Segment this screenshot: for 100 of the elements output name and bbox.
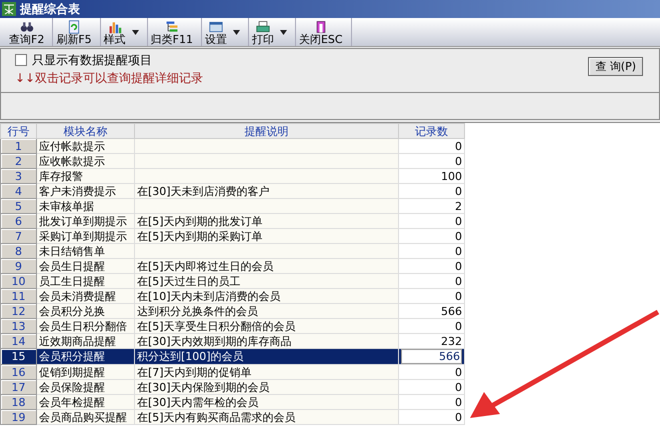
row-number: 13	[0, 318, 36, 334]
table-cell: 0	[398, 138, 464, 154]
toolbar-button[interactable]: 设置	[202, 20, 246, 44]
table-row[interactable]: 8 未日结销售单 0	[0, 244, 464, 258]
row-number: 15	[0, 348, 36, 364]
toolbar-button[interactable]: 打印	[248, 20, 293, 44]
table-cell: 232	[398, 334, 464, 348]
query-button[interactable]: 查 询(P)	[588, 57, 643, 76]
table-cell: 在[30]天未到店消费的客户	[134, 184, 398, 198]
table-cell: 在[30]天内效期到期的库存商品	[134, 334, 398, 348]
row-number: 18	[0, 394, 36, 410]
door-icon	[314, 20, 328, 34]
table-cell: 0	[398, 274, 464, 288]
table-cell: 在[10]天内未到店消费的会员	[134, 288, 398, 304]
table-row[interactable]: 7 采购订单到期提示 在[5]天内到期的采购订单 0	[0, 228, 464, 244]
table-cell: 在[30]天内需年检的会员	[134, 394, 398, 410]
table-cell: 0	[398, 410, 464, 424]
table-cell: 会员积分提醒	[36, 348, 134, 364]
table-cell: 在[5]天享受生日积分翻倍的会员	[134, 318, 398, 334]
row-number: 16	[0, 364, 36, 380]
table-cell: 0	[398, 288, 464, 304]
app-icon	[2, 2, 16, 16]
table-cell: 在[5]天内有购买商品需求的会员	[134, 410, 398, 424]
table-cell: 566	[398, 304, 464, 318]
table-cell: 100	[398, 168, 464, 184]
row-number: 4	[0, 184, 36, 198]
table-cell: 0	[398, 214, 464, 228]
table-cell: 会员积分兑换	[36, 304, 134, 318]
row-number: 10	[0, 274, 36, 288]
row-number: 5	[0, 198, 36, 214]
column-header[interactable]: 模块名称	[36, 124, 134, 138]
table-row[interactable]: 19 会员商品购买提醒 在[5]天内有购买商品需求的会员 0	[0, 410, 464, 424]
table-row[interactable]: 18 会员年检提醒 在[30]天内需年检的会员 0	[0, 394, 464, 410]
row-number: 19	[0, 410, 36, 424]
row-number: 17	[0, 380, 36, 394]
table-cell: 0	[398, 184, 464, 198]
table-cell: 566	[398, 348, 464, 364]
column-header[interactable]: 提醒说明	[134, 124, 398, 138]
table-cell: 会员年检提醒	[36, 394, 134, 410]
table-cell: 0	[398, 394, 464, 410]
table-row[interactable]: 9 会员生日提醒 在[5]天内即将过生日的会员 0	[0, 258, 464, 274]
table-row[interactable]: 3 库存报警 100	[0, 168, 464, 184]
toolbar-button[interactable]: 归类F11	[148, 20, 199, 44]
table-cell: 会员生日提醒	[36, 258, 134, 274]
bar-chart-icon	[108, 20, 122, 34]
row-number: 8	[0, 244, 36, 258]
tree-icon	[164, 20, 179, 34]
checkbox-label: 只显示有数据提醒项目	[32, 52, 152, 68]
table-row[interactable]: 16 促销到期提醒 在[7]天内到期的促销单 0	[0, 364, 464, 380]
table-row[interactable]: 13 会员生日积分翻倍 在[5]天享受生日积分翻倍的会员 0	[0, 318, 464, 334]
table-row[interactable]: 4 客户未消费提示 在[30]天未到店消费的客户 0	[0, 184, 464, 198]
table-cell: 0	[398, 364, 464, 380]
toolbar-button[interactable]: 样式	[100, 20, 145, 44]
row-number: 9	[0, 258, 36, 274]
table-cell: 0	[398, 258, 464, 274]
table-row[interactable]: 12 会员积分兑换 达到积分兑换条件的会员 566	[0, 304, 464, 318]
window-icon	[208, 20, 223, 34]
toolbar-button[interactable]: 刷新F5	[53, 20, 98, 44]
table-cell: 批发订单到期提示	[36, 214, 134, 228]
row-number: 14	[0, 334, 36, 348]
table-cell: 0	[398, 154, 464, 168]
table-cell: 会员生日积分翻倍	[36, 318, 134, 334]
table-cell: 客户未消费提示	[36, 184, 134, 198]
table-cell: 在[5]天过生日的员工	[134, 274, 398, 288]
row-number: 7	[0, 228, 36, 244]
table-row[interactable]: 15 会员积分提醒 积分达到[100]的会员 566	[0, 348, 464, 364]
row-number: 11	[0, 288, 36, 304]
table-cell: 在[7]天内到期的促销单	[134, 364, 398, 380]
table-cell: 采购订单到期提示	[36, 228, 134, 244]
column-header[interactable]: 记录数	[398, 124, 464, 138]
table-cell: 库存报警	[36, 168, 134, 184]
table-cell: 员工生日提醒	[36, 274, 134, 288]
table-cell: 积分达到[100]的会员	[134, 348, 398, 364]
table-row[interactable]: 11 会员未消费提醒 在[10]天内未到店消费的会员 0	[0, 288, 464, 304]
row-number: 6	[0, 214, 36, 228]
table-cell: 0	[398, 244, 464, 258]
row-number: 2	[0, 154, 36, 168]
table-row[interactable]: 1 应付帐款提示 0	[0, 138, 464, 154]
window-title: 提醒综合表	[20, 0, 80, 18]
table-row[interactable]: 5 未审核单据 2	[0, 198, 464, 214]
table-row[interactable]: 6 批发订单到期提示 在[5]天内到期的批发订单 0	[0, 214, 464, 228]
table-row[interactable]: 17 会员保险提醒 在[30]天内保险到期的会员 0	[0, 380, 464, 394]
toolbar-button[interactable]: 关闭ESC	[296, 20, 349, 44]
caret-icon	[232, 30, 240, 34]
column-header[interactable]: 行号	[0, 124, 36, 138]
checkbox[interactable]	[15, 54, 27, 66]
table-row[interactable]: 2 应收帐款提示 0	[0, 154, 464, 168]
row-number: 1	[0, 138, 36, 154]
toolbar-button[interactable]: 查询F2	[6, 20, 50, 44]
table-row[interactable]: 10 员工生日提醒 在[5]天过生日的员工 0	[0, 274, 464, 288]
table-cell: 0	[398, 380, 464, 394]
table-cell: 在[5]天内到期的采购订单	[134, 228, 398, 244]
table-row[interactable]: 14 近效期商品提醒 在[30]天内效期到期的库存商品 232	[0, 334, 464, 348]
printer-icon	[256, 20, 270, 34]
table-cell: 会员保险提醒	[36, 380, 134, 394]
table-cell: 0	[398, 228, 464, 244]
row-number: 12	[0, 304, 36, 318]
table-cell: 应付帐款提示	[36, 138, 134, 154]
table-cell: 促销到期提醒	[36, 364, 134, 380]
table-cell: 达到积分兑换条件的会员	[134, 304, 398, 318]
